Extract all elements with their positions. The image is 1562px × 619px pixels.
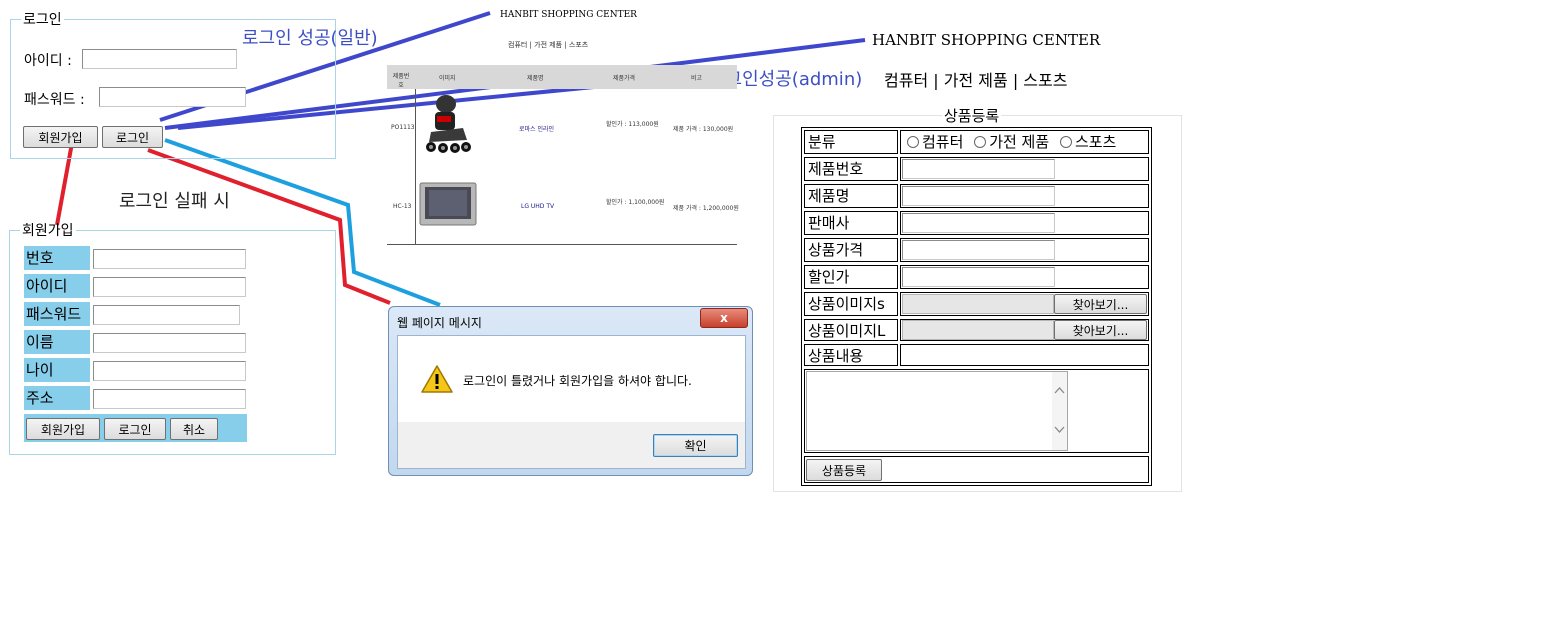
discount-input[interactable] (902, 267, 1055, 287)
preview-row2-note: 제품 가격 : 1,200,000원 (673, 205, 739, 212)
join-label-age: 나이 (24, 358, 90, 382)
price-label: 상품가격 (804, 238, 898, 262)
radio-appliance[interactable] (974, 136, 987, 148)
dialog-title: 웹 페이지 메시지 (397, 316, 482, 330)
join-submit-button[interactable]: 회원가입 (26, 418, 100, 440)
preview-table: 제품번호 이미지 제품명 제품가격 비고 PO1113 로마스 인라인 할인가 … (387, 65, 739, 245)
login-id-label: 아이디 : (24, 53, 72, 69)
shop-preview: HANBIT SHOPPING CENTER 컴퓨터 | 가전 제품 | 스포츠… (386, 0, 739, 246)
chevron-up-icon[interactable] (1054, 386, 1065, 394)
annotation-login-success-normal: 로그인 성공(일반) (242, 28, 378, 49)
radio-sports[interactable] (1059, 136, 1072, 148)
product-register-legend: 상품등록 (944, 107, 1000, 125)
preview-row1-price: 할인가 : 113,000원 (606, 121, 659, 128)
preview-header-name: 제품명 (527, 75, 544, 82)
login-password-label: 패스워드 : (24, 92, 85, 108)
radio-appliance-label: 가전 제품 (989, 133, 1050, 151)
preview-row1-note: 제품 가격 : 130,000원 (673, 126, 734, 133)
login-legend: 로그인 (23, 12, 62, 28)
nav-computer-link[interactable]: 컴퓨터 (884, 71, 928, 90)
nav-separator: | (1012, 71, 1019, 90)
login-password-input[interactable] (99, 87, 246, 107)
textarea-scrollbar[interactable] (1052, 372, 1067, 450)
join-login-button[interactable]: 로그인 (104, 418, 166, 440)
warning-icon (421, 365, 453, 393)
annotation-login-fail: 로그인 실패 시 (119, 191, 230, 212)
image-s-browse-button[interactable]: 찾아보기... (1054, 294, 1147, 314)
radio-sports-label: 스포츠 (1074, 133, 1117, 151)
join-password-input[interactable] (93, 305, 240, 325)
preview-row2-name: LG UHD TV (521, 203, 555, 210)
preview-title: HANBIT SHOPPING CENTER (500, 10, 637, 20)
login-button[interactable]: 로그인 (102, 126, 163, 148)
message-dialog: 웹 페이지 메시지 x 로그인이 틀렸거나 회원가입을 하셔야 합니다. 확인 (388, 306, 753, 476)
join-label-number: 번호 (24, 246, 90, 270)
dialog-footer: 확인 (398, 422, 745, 468)
preview-inline-skate-image (426, 95, 471, 153)
content-label: 상품내용 (804, 344, 898, 366)
dialog-message: 로그인이 틀렸거나 회원가입을 하셔야 합니다. (463, 374, 692, 388)
dialog-ok-button[interactable]: 확인 (653, 434, 738, 457)
preview-nav: 컴퓨터 | 가전 제품 | 스포츠 (508, 41, 589, 49)
image-l-file-field[interactable] (902, 320, 1054, 340)
preview-row2-price: 할인가 : 1,100,000원 (606, 199, 665, 206)
login-join-button[interactable]: 회원가입 (23, 126, 98, 148)
preview-header-price: 제품가격 (613, 75, 636, 82)
nav-appliance-link[interactable]: 가전 제품 (944, 71, 1008, 90)
join-label-name: 이름 (24, 330, 90, 354)
preview-row2-code: HC-13 (393, 203, 412, 210)
dialog-body: 로그인이 틀렸거나 회원가입을 하셔야 합니다. 확인 (397, 335, 746, 469)
category-label: 분류 (804, 130, 898, 154)
image-l-browse-button[interactable]: 찾아보기... (1054, 320, 1147, 340)
join-number-input[interactable] (93, 249, 246, 269)
dialog-close-button[interactable]: x (700, 308, 748, 328)
preview-header-note: 비고 (691, 75, 703, 82)
preview-tv-image (419, 182, 477, 226)
radio-computer-label: 컴퓨터 (922, 133, 964, 151)
seller-input[interactable] (902, 213, 1055, 233)
close-icon: x (720, 311, 728, 325)
preview-row1-name: 로마스 인라인 (519, 126, 555, 133)
shop-nav: 컴퓨터 | 가전 제품 | 스포츠 (884, 67, 1067, 91)
product-no-input[interactable] (902, 159, 1055, 179)
product-name-input[interactable] (902, 186, 1055, 206)
join-name-input[interactable] (93, 333, 246, 353)
preview-left-border (415, 89, 416, 244)
discount-label: 할인가 (804, 265, 898, 289)
product-register-button[interactable]: 상품등록 (806, 459, 882, 481)
join-label-id: 아이디 (24, 274, 90, 298)
join-cancel-button[interactable]: 취소 (170, 418, 218, 440)
image-l-label: 상품이미지L (804, 319, 898, 341)
nav-separator: | (933, 71, 939, 90)
join-address-input[interactable] (93, 389, 246, 409)
preview-header-code: 제품번호 (392, 73, 410, 89)
join-age-input[interactable] (93, 361, 246, 381)
join-label-address: 주소 (24, 386, 90, 410)
category-options: 컴퓨터 가전 제품 스포츠 (900, 130, 1149, 154)
chevron-down-icon[interactable] (1054, 426, 1065, 434)
join-id-input[interactable] (93, 277, 246, 297)
preview-row1-code: PO1113 (391, 124, 415, 131)
price-input[interactable] (902, 240, 1055, 260)
radio-computer[interactable] (907, 136, 919, 148)
seller-label: 판매사 (804, 211, 898, 235)
product-no-label: 제품번호 (804, 157, 898, 181)
image-s-file-field[interactable] (902, 294, 1054, 314)
join-legend: 회원가입 (22, 223, 74, 239)
join-label-password: 패스워드 (24, 302, 90, 326)
content-textarea[interactable] (806, 371, 1068, 451)
preview-header-image: 이미지 (439, 75, 456, 82)
image-s-label: 상품이미지s (804, 292, 898, 316)
login-id-input[interactable] (82, 49, 237, 69)
shop-title: HANBIT SHOPPING CENTER (872, 31, 1101, 49)
product-name-label: 제품명 (804, 184, 898, 208)
content-cell (900, 344, 1149, 366)
nav-sports-link[interactable]: 스포츠 (1023, 71, 1067, 90)
